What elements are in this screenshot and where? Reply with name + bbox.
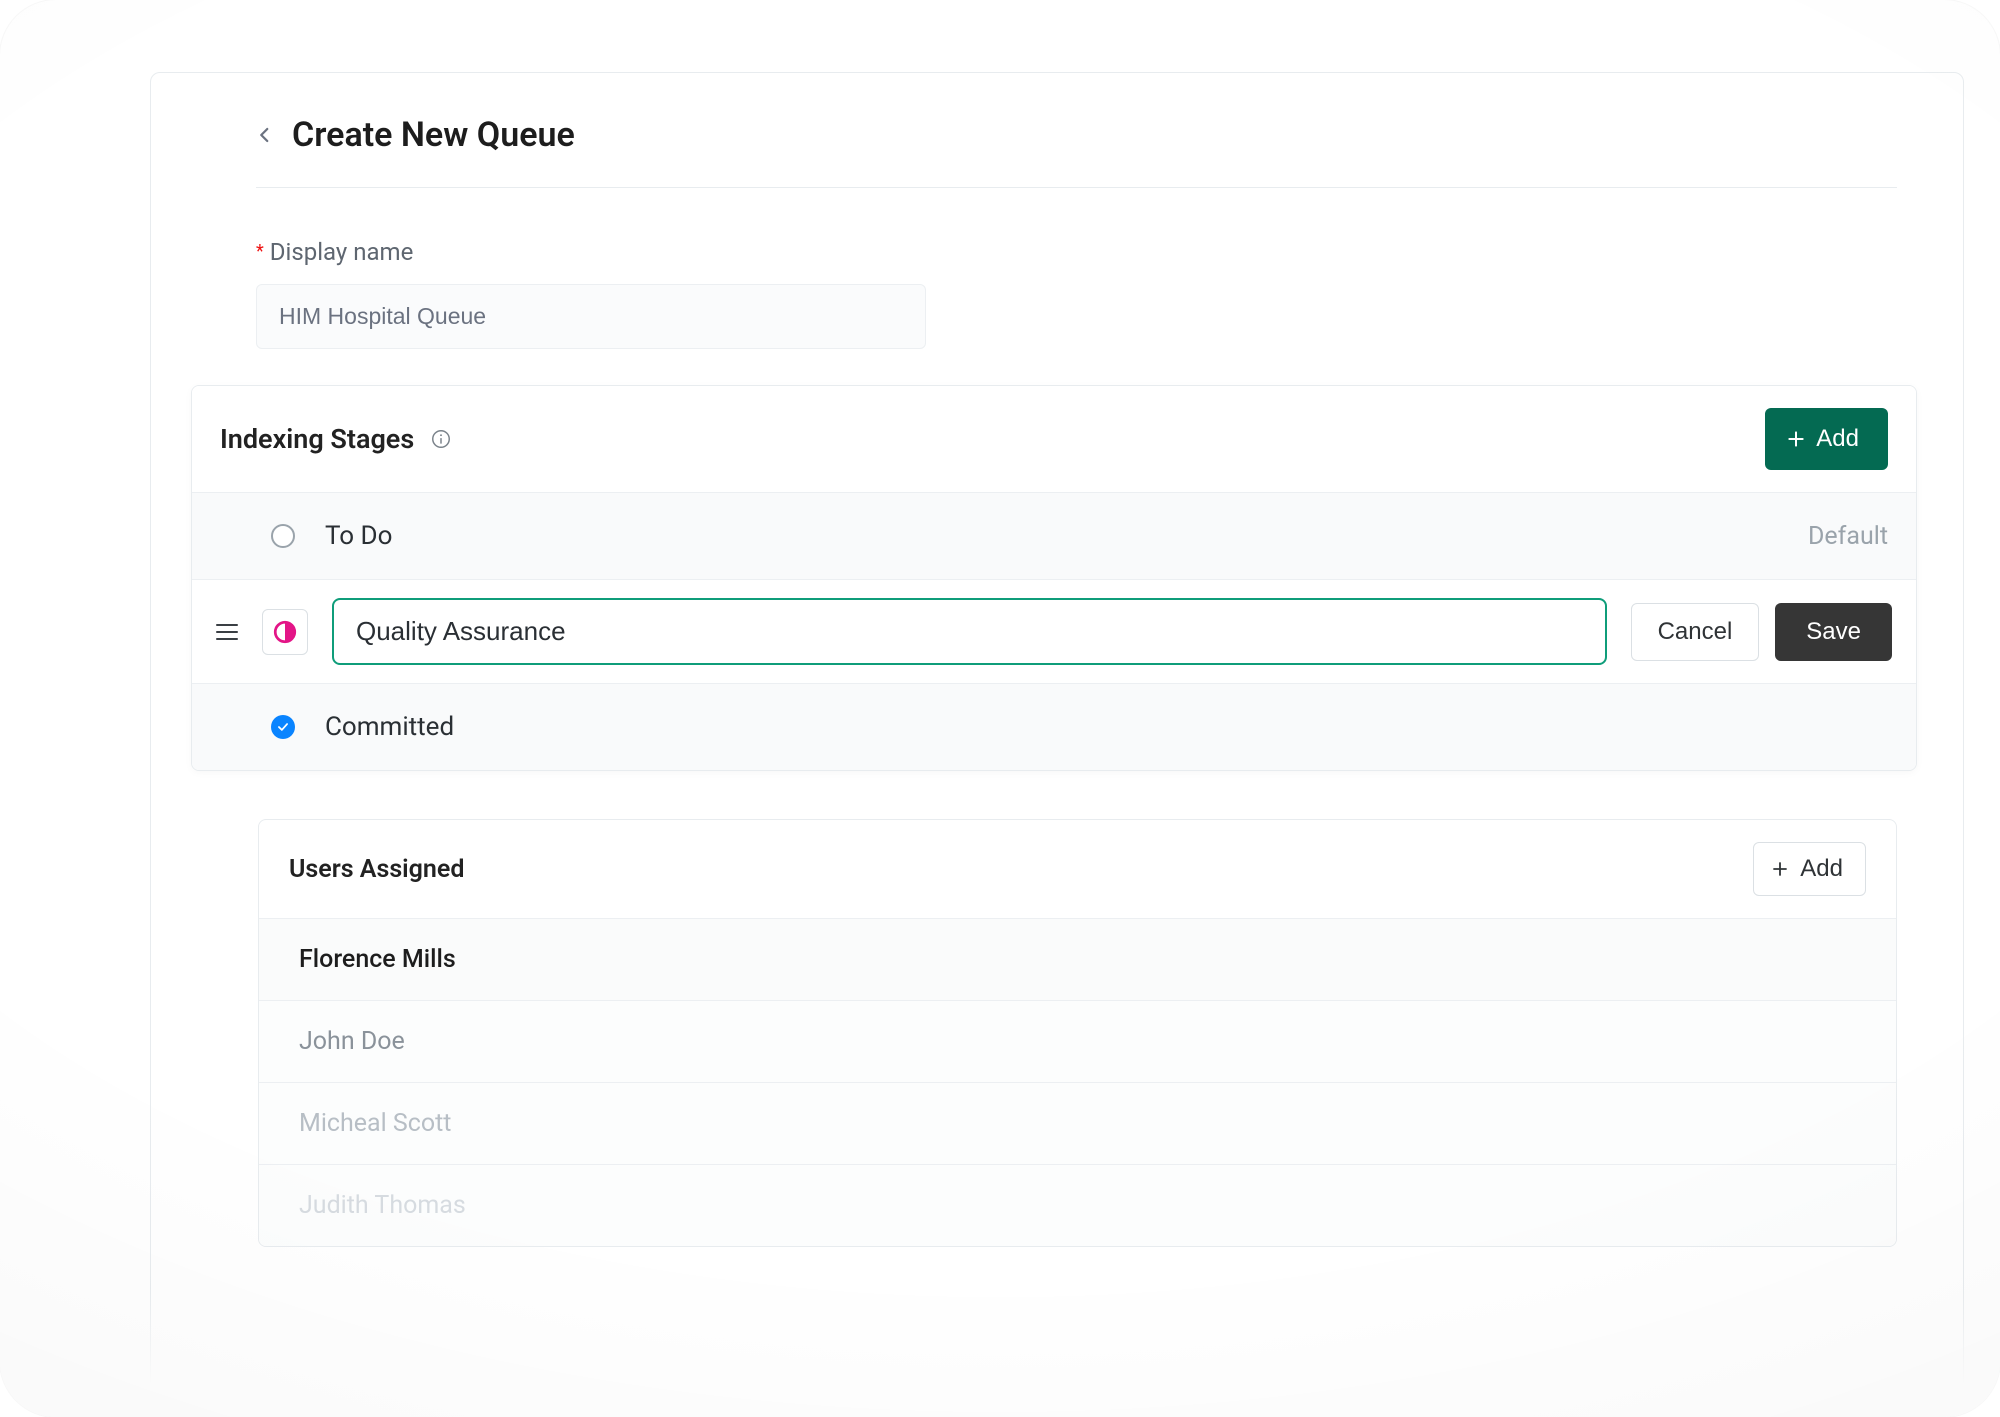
- required-star-icon: *: [256, 243, 264, 261]
- display-name-label-text: Display name: [270, 238, 414, 266]
- info-icon[interactable]: [430, 428, 452, 450]
- stage-row-committed: Committed: [192, 683, 1916, 770]
- plus-icon: [1770, 859, 1790, 879]
- save-button-label: Save: [1806, 618, 1861, 646]
- indexing-stages-title: Indexing Stages: [220, 423, 414, 455]
- page-card: Create New Queue * Display name Indexing…: [150, 72, 1964, 1417]
- stage-name-input[interactable]: [332, 598, 1607, 665]
- page-header: Create New Queue: [256, 115, 1897, 188]
- users-assigned-title: Users Assigned: [289, 855, 464, 884]
- default-badge: Default: [1808, 522, 1888, 551]
- stage-label: To Do: [325, 521, 1778, 551]
- drag-handle-icon[interactable]: [216, 621, 238, 643]
- stage-row-editing: Cancel Save: [192, 579, 1916, 683]
- add-user-button[interactable]: Add: [1753, 842, 1866, 896]
- cancel-button[interactable]: Cancel: [1631, 603, 1760, 661]
- plus-icon: [1786, 429, 1806, 449]
- user-row[interactable]: Judith Thomas: [259, 1164, 1896, 1246]
- radio-checked-icon[interactable]: [271, 715, 295, 739]
- page-title: Create New Queue: [292, 115, 575, 155]
- stage-label: Committed: [325, 712, 1888, 742]
- user-row[interactable]: Florence Mills: [259, 918, 1896, 1000]
- stage-row-todo: To Do Default: [192, 492, 1916, 579]
- user-row[interactable]: Micheal Scott: [259, 1082, 1896, 1164]
- indexing-stages-card: Indexing Stages: [191, 385, 1917, 771]
- add-user-label: Add: [1800, 855, 1843, 883]
- stage-color-button[interactable]: [262, 609, 308, 655]
- cancel-button-label: Cancel: [1658, 618, 1733, 646]
- user-row[interactable]: John Doe: [259, 1000, 1896, 1082]
- save-button[interactable]: Save: [1775, 603, 1892, 661]
- display-name-input[interactable]: [256, 284, 926, 349]
- radio-icon[interactable]: [271, 524, 295, 548]
- users-assigned-card: Users Assigned Add Florence Mills John D…: [258, 819, 1897, 1247]
- users-assigned-header: Users Assigned Add: [259, 820, 1896, 918]
- add-stage-button[interactable]: Add: [1765, 408, 1888, 470]
- add-stage-label: Add: [1816, 425, 1859, 453]
- display-name-label: * Display name: [256, 238, 1897, 266]
- back-icon[interactable]: [256, 126, 274, 144]
- indexing-stages-header: Indexing Stages: [192, 386, 1916, 492]
- display-name-field: * Display name: [256, 238, 1897, 349]
